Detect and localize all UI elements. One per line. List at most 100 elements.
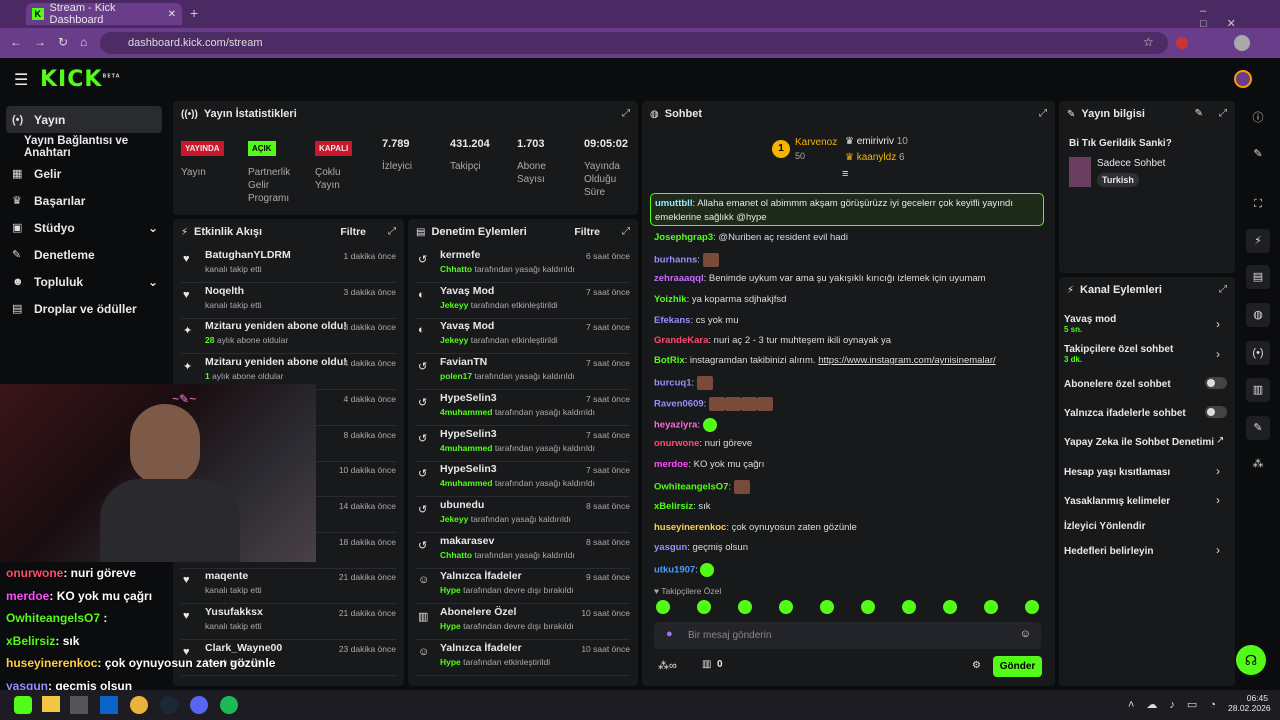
moderation-row[interactable]: ☺ Yalnızca İfadeler Hype tarafından etkinl… [416, 640, 630, 676]
chat-message[interactable]: utku1907: [654, 563, 715, 577]
chevron-right-icon[interactable]: › [1216, 347, 1220, 361]
action-goals[interactable]: Hedefleri belirleyin [1064, 546, 1153, 557]
chat-username[interactable]: Raven0609 [654, 399, 704, 410]
top-gifter-2[interactable]: ♛ emirivriv 10 [845, 136, 908, 147]
pinned-message[interactable]: umuttbll: Allaha emanet ol abimmm akşam … [650, 193, 1044, 226]
sidebar-item-revenue[interactable]: ▦ Gelir [0, 160, 170, 187]
chat-link[interactable]: https://www.instagram.com/aynisinemalar/ [818, 355, 995, 366]
system-tray[interactable]: ˄☁♪▭◔ [1128, 698, 1228, 711]
action-banned-words[interactable]: Yasaklanmış kelimeler [1064, 496, 1170, 507]
chevron-right-icon[interactable]: › [1216, 493, 1220, 507]
chat-username[interactable]: Efekans [654, 315, 690, 326]
emote-icon[interactable] [738, 600, 752, 614]
emote-icon[interactable] [697, 600, 711, 614]
moderation-row[interactable]: ↺ kermefe Chhatto tarafından yasağı kaldır… [416, 247, 630, 283]
expand-icon[interactable]: ⤢ [388, 226, 396, 237]
bolt-icon[interactable]: ⚡ [1246, 229, 1270, 253]
moderation-row[interactable]: ↺ HypeSelin3 4muhammed tarafından yasağı k… [416, 461, 630, 498]
chat-message[interactable]: OwhiteangelsO7: [654, 480, 750, 494]
expand-icon[interactable]: ⤢ [1039, 108, 1047, 119]
sidebar-item-drops[interactable]: ▤ Droplar ve ödüller [0, 295, 170, 322]
top-gifter-3[interactable]: ♛ kaanyldz 6 [845, 152, 905, 163]
category-thumbnail[interactable] [1069, 157, 1091, 187]
chat-username[interactable]: Yoizhik [654, 294, 687, 305]
chevron-right-icon[interactable]: › [1216, 464, 1220, 478]
emoji-icon[interactable]: ☺ [1020, 628, 1031, 640]
chevron-right-icon[interactable]: › [1216, 543, 1220, 557]
chat-message[interactable]: yasgun: geçmiş olsun [654, 542, 748, 553]
chat-username[interactable]: heyaziyra [654, 420, 697, 431]
broadcast-icon[interactable]: (•) [1246, 341, 1270, 365]
moderation-row[interactable]: ↺ ubunedu Jekeyy tarafından yasağı kaldırı… [416, 497, 630, 533]
moderation-row[interactable]: ▥ Abonelere Özel Hype tarafından devre dış… [416, 604, 630, 640]
address-bar[interactable]: dashboard.kick.com/stream [100, 32, 1168, 54]
settings-gear-icon[interactable]: ⚙ [972, 660, 981, 671]
emote-icon[interactable] [656, 600, 670, 614]
window-controls[interactable]: –□✕ [1200, 5, 1280, 30]
nav-buttons[interactable]: ←→↻⌂ [10, 35, 99, 49]
action-account-age[interactable]: Hesap yaşı kısıtlaması [1064, 467, 1170, 478]
info-icon[interactable]: ⓘ [1246, 106, 1270, 130]
chevron-right-icon[interactable]: › [1216, 317, 1220, 331]
chat-message[interactable]: Efekans: cs yok mu [654, 315, 738, 326]
bookmark-star-icon[interactable]: ☆ [1143, 35, 1154, 49]
moderation-filter-button[interactable]: Filtre [574, 226, 600, 238]
chrome-icon[interactable] [130, 696, 148, 714]
moderation-row[interactable]: ◐ Yavaş Mod Jekeyy tarafından etkinleştiri… [416, 318, 630, 355]
document-icon[interactable]: ▤ [1246, 265, 1270, 289]
chat-message[interactable]: xBelirsiz: sık [654, 501, 711, 512]
category-name[interactable]: Sadece Sohbet [1097, 158, 1165, 169]
spotify-icon[interactable] [220, 696, 238, 714]
sidebar-item-stream[interactable]: (•) Yayın [6, 106, 162, 133]
folder-icon[interactable] [42, 696, 60, 712]
emote-icon[interactable] [861, 600, 875, 614]
emote-icon[interactable] [943, 600, 957, 614]
action-followers-only[interactable]: Takipçilere özel sohbet 3 dk. [1064, 344, 1173, 364]
clock[interactable]: 06:45 28.02.2026 [1228, 693, 1271, 713]
menu-icon[interactable]: ☰ [14, 70, 28, 90]
chat-username[interactable]: utku1907 [654, 565, 695, 576]
send-button[interactable]: Gönder [993, 656, 1042, 677]
chat-message[interactable]: onurwone: nuri göreve [654, 438, 752, 449]
sidebar-item-achievements[interactable]: ♛ Başarılar [0, 187, 170, 214]
emote-icon[interactable] [820, 600, 834, 614]
activity-row[interactable]: ♥ Noqelth kanalı takip etti 3 dakika önce [181, 283, 396, 319]
close-tab-icon[interactable]: ✕ [168, 9, 176, 20]
kick-app-icon[interactable] [14, 696, 32, 714]
kicks-icon[interactable]: ⁂∞ [658, 659, 677, 672]
layout-icon[interactable]: ▥ [1246, 378, 1270, 402]
outlook-icon[interactable] [100, 696, 118, 714]
chat-username[interactable]: yasgun [654, 542, 687, 553]
expand-icon[interactable]: ⤢ [622, 226, 630, 237]
chat-message[interactable]: merdoe: KO yok mu çağrı [654, 459, 764, 470]
emote-icon[interactable] [1025, 600, 1039, 614]
chat-message[interactable]: BotRix: instagramdan takibinizi alırım. … [654, 355, 996, 366]
emotes-only-toggle[interactable] [1205, 406, 1227, 418]
chat-message[interactable]: Raven0609: [654, 397, 773, 411]
chat-username[interactable]: OwhiteangelsO7 [654, 482, 728, 493]
expand-icon[interactable]: ⤢ [622, 108, 630, 119]
chat-username[interactable]: burcuq1 [654, 378, 691, 389]
edit-pencil-icon[interactable]: ✎ [1195, 108, 1203, 119]
chat-username[interactable]: BotRix [654, 355, 685, 366]
expand-icon[interactable]: ⤢ [1219, 284, 1227, 295]
chat-username[interactable]: huseyinerenkoc [654, 522, 726, 533]
community-icon[interactable]: ⁂ [1246, 452, 1270, 476]
sidebar-item-stream-key[interactable]: Yayın Bağlantısı ve Anahtarı [0, 133, 170, 160]
action-ai-moderation[interactable]: Yapay Zeka ile Sohbet Denetimi [1064, 437, 1214, 448]
moderation-row[interactable]: ↺ HypeSelin3 4muhammed tarafından yasağı k… [416, 390, 630, 426]
chat-message[interactable]: Josephgrap3: @Nuriben aç resident evil h… [654, 232, 848, 243]
chat-message[interactable]: burcuq1: [654, 376, 713, 390]
moderation-row[interactable]: ◐ Yavaş Mod Jekeyy tarafından etkinleştiri… [416, 283, 630, 319]
wrench-icon[interactable]: ✎ [1246, 416, 1270, 440]
top-gifter-name[interactable]: Karvenoz [795, 137, 837, 148]
steam-icon[interactable] [160, 696, 178, 714]
collapse-icon[interactable]: ≡ [842, 168, 848, 180]
chat-input[interactable]: ● Bir mesaj gönderin ☺ [654, 622, 1041, 649]
chat-username[interactable]: burhanns [654, 255, 697, 266]
moderation-row[interactable]: ↺ HypeSelin3 4muhammed tarafından yasağı k… [416, 426, 630, 462]
sidebar-item-moderation[interactable]: ✎ Denetleme [0, 241, 170, 268]
chat-message[interactable]: heyaziyra: [654, 418, 717, 432]
edit-icon[interactable]: ✎ [1246, 142, 1270, 166]
subscribers-only-toggle[interactable] [1205, 377, 1227, 389]
